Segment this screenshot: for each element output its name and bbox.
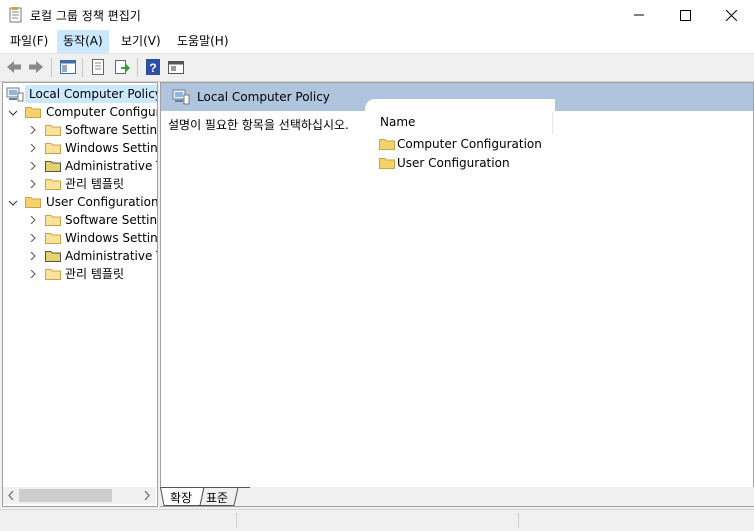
tree-item-label: Computer Configura — [46, 105, 158, 119]
svg-text:?: ? — [149, 61, 156, 75]
tab-standard[interactable]: 표준 — [206, 489, 228, 506]
chevron-down-icon[interactable] — [9, 199, 17, 207]
list-item-user-configuration[interactable]: User Configuration — [377, 154, 577, 172]
tab-extended[interactable]: 확장 — [170, 489, 192, 506]
tree-item-user-administrative-templates[interactable]: Administrative Te — [3, 247, 157, 265]
folder-icon — [45, 143, 61, 154]
help-icon[interactable]: ? — [144, 58, 162, 76]
chevron-right-icon[interactable] — [29, 234, 37, 242]
tree-horizontal-scrollbar[interactable] — [3, 487, 156, 504]
folder-icon — [45, 215, 61, 226]
status-divider — [236, 513, 237, 528]
back-arrow-icon[interactable] — [5, 58, 23, 76]
minimize-button[interactable] — [616, 0, 662, 30]
list-header-background — [365, 99, 555, 113]
tree-item-computer-configuration[interactable]: Computer Configura — [3, 103, 157, 121]
admin-templates-folder-icon — [45, 251, 61, 262]
console-tree: Local Computer Policy Computer Configura… — [2, 82, 158, 507]
column-header-label: Name — [380, 115, 416, 129]
tree-item-label: Local Computer Policy — [25, 85, 157, 103]
list-item-label: User Configuration — [397, 156, 510, 170]
chevron-right-icon[interactable] — [29, 162, 37, 170]
status-bar — [0, 509, 754, 531]
tree-item-user-software-settings[interactable]: Software Settings — [3, 211, 157, 229]
tree-item-computer-admin-templates-ko[interactable]: 관리 템플릿 — [3, 175, 157, 193]
menu-file[interactable]: 파일(F) — [4, 30, 54, 53]
folder-icon — [379, 139, 395, 150]
folder-icon — [45, 179, 61, 190]
menu-help[interactable]: 도움말(H) — [171, 30, 235, 53]
folder-icon — [25, 197, 41, 208]
close-button[interactable] — [708, 0, 754, 30]
details-pane: Local Computer Policy 설명이 필요한 항목을 선택하십시오… — [160, 82, 754, 507]
tree-item-label: Administrative Te — [65, 159, 157, 173]
tree-item-user-configuration[interactable]: User Configuration — [3, 193, 157, 211]
minimize-icon — [634, 14, 644, 16]
status-divider — [518, 513, 519, 528]
policy-editor-icon — [9, 7, 22, 23]
tree-item-local-computer-policy[interactable]: Local Computer Policy — [3, 85, 157, 103]
tree-item-user-admin-templates-ko[interactable]: 관리 템플릿 — [3, 265, 157, 283]
column-divider[interactable] — [552, 112, 553, 134]
export-list-icon[interactable] — [113, 58, 131, 76]
chevron-right-icon[interactable] — [29, 144, 37, 152]
tree-item-computer-administrative-templates[interactable]: Administrative Te — [3, 157, 157, 175]
computer-policy-icon — [6, 87, 24, 102]
forward-arrow-icon[interactable] — [27, 58, 45, 76]
view-tabs: 확장 표준 — [160, 487, 754, 506]
folder-icon — [45, 125, 61, 136]
chevron-down-icon[interactable] — [9, 109, 17, 117]
tree-item-label: Administrative Te — [65, 249, 157, 263]
tree-item-label: 관리 템플릿 — [65, 177, 125, 191]
computer-policy-icon — [172, 89, 190, 105]
toolbar-separator — [51, 58, 52, 77]
window-title: 로컬 그룹 정책 편집기 — [30, 9, 141, 23]
tree-item-label: User Configuration — [46, 195, 158, 209]
description-text: 설명이 필요한 항목을 선택하십시오. — [168, 118, 349, 132]
chevron-right-icon[interactable] — [29, 126, 37, 134]
folder-icon — [45, 269, 61, 280]
chevron-right-icon[interactable] — [29, 270, 37, 278]
menu-bar: 파일(F) 동작(A) 보기(V) 도움말(H) — [0, 30, 754, 53]
tree-item-user-windows-settings[interactable]: Windows Setting — [3, 229, 157, 247]
tree-item-label: 관리 템플릿 — [65, 267, 125, 281]
folder-icon — [45, 233, 61, 244]
show-hide-console-tree-icon[interactable] — [59, 58, 77, 76]
menu-action[interactable]: 동작(A) — [57, 30, 109, 53]
tree-item-computer-windows-settings[interactable]: Windows Setting — [3, 139, 157, 157]
chevron-right-icon[interactable] — [29, 180, 37, 188]
folder-icon — [25, 107, 41, 118]
column-header-name[interactable]: Name — [375, 112, 553, 134]
menu-view[interactable]: 보기(V) — [115, 30, 167, 53]
tree-item-label: Software Settings — [65, 213, 158, 227]
maximize-button[interactable] — [662, 0, 708, 30]
tree-item-label: Windows Setting — [65, 231, 158, 245]
scrollbar-thumb[interactable] — [19, 489, 112, 502]
maximize-icon — [679, 9, 691, 21]
toolbar-separator — [82, 58, 83, 77]
chevron-right-icon[interactable] — [29, 216, 37, 224]
toolbar: ? — [0, 53, 754, 82]
filter-options-icon[interactable] — [167, 58, 185, 76]
toolbar-separator — [137, 58, 138, 77]
admin-templates-folder-icon — [45, 161, 61, 172]
tree-item-label: Software Settings — [65, 123, 158, 137]
title-bar: 로컬 그룹 정책 편집기 — [0, 0, 754, 30]
folder-icon — [379, 158, 395, 169]
tree-item-computer-software-settings[interactable]: Software Settings — [3, 121, 157, 139]
chevron-right-icon[interactable] — [29, 252, 37, 260]
list-item-label: Computer Configuration — [397, 137, 542, 151]
close-icon — [725, 9, 737, 21]
list-item-computer-configuration[interactable]: Computer Configuration — [377, 135, 577, 153]
scroll-right-icon[interactable] — [143, 491, 151, 500]
properties-icon[interactable] — [89, 58, 107, 76]
details-title: Local Computer Policy — [197, 90, 330, 104]
tree-item-label: Windows Setting — [65, 141, 158, 155]
scroll-left-icon[interactable] — [7, 491, 15, 500]
